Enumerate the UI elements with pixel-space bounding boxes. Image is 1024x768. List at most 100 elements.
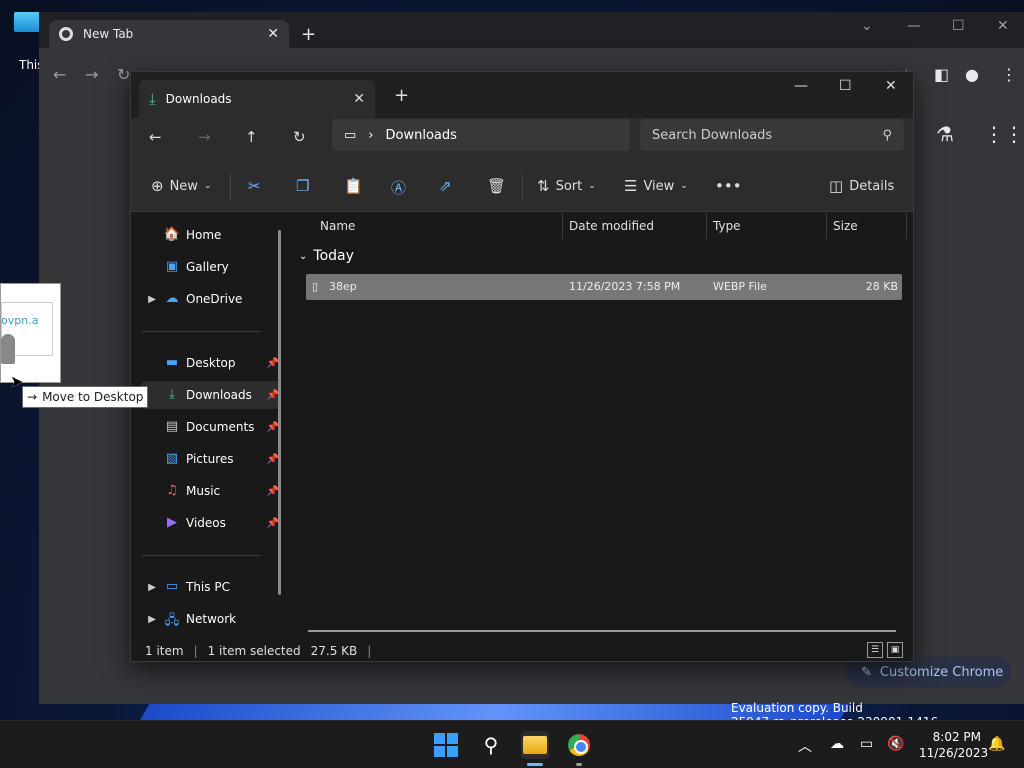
search-button[interactable]: ⚲ (477, 731, 505, 759)
status-bar: 1 item | 1 item selected 27.5 KB | (131, 641, 913, 661)
close-tab-icon[interactable]: ✕ (267, 26, 279, 42)
nav-item-this-pc[interactable]: ▶ ▭ This PC (141, 573, 281, 601)
nav-item-gallery[interactable]: ▣ Gallery (141, 253, 281, 281)
chevron-right-icon[interactable]: ▶ (141, 614, 163, 625)
tab-search-icon[interactable]: ⌄ (861, 18, 873, 34)
menu-icon[interactable]: ⋮ (1001, 65, 1017, 84)
file-type: WEBP File (713, 280, 767, 293)
show-hidden-icons-icon[interactable]: ︿ (798, 736, 812, 756)
new-button[interactable]: ⊕ New ⌄ (151, 177, 211, 195)
close-tab-icon[interactable]: ✕ (353, 91, 365, 107)
explorer-tab-downloads[interactable]: ⤓ Downloads ✕ (139, 80, 375, 118)
desktop-folder-icon: ▬ (165, 355, 179, 370)
nav-label: Videos (186, 516, 226, 530)
new-tab-button[interactable]: + (301, 24, 316, 45)
view-button[interactable]: ☰ View ⌄ (624, 177, 688, 195)
cloud-icon: ☁ (165, 291, 179, 306)
nav-label: Home (186, 228, 222, 242)
rename-button[interactable]: Ⓐ (391, 177, 406, 198)
start-button[interactable] (432, 731, 460, 759)
cut-button[interactable]: ✂ (248, 177, 261, 195)
chrome-taskbar-button[interactable] (565, 731, 593, 759)
apps-grid-icon[interactable]: ⋮⋮ (984, 122, 1024, 146)
profile-icon[interactable]: ● (965, 65, 979, 84)
paste-button[interactable]: 📋 (344, 177, 363, 195)
nav-item-music[interactable]: ♫ Music 📌 (141, 477, 281, 505)
customize-chrome-label: Customize Chrome (879, 664, 1004, 680)
chrome-tab-new-tab[interactable]: New Tab ✕ (49, 20, 289, 48)
column-header-name[interactable]: Name (320, 219, 355, 233)
labs-icon[interactable]: ⚗ (936, 122, 954, 146)
status-selected: 1 item selected (207, 644, 301, 658)
forward-icon[interactable]: → (198, 128, 211, 146)
share-icon: ⇗ (439, 177, 452, 195)
nav-item-network[interactable]: ▶ 🖧 Network (141, 605, 281, 633)
pencil-icon: ✎ (861, 664, 872, 680)
search-icon: ⚲ (483, 733, 499, 757)
chevron-right-icon[interactable]: ▶ (141, 582, 163, 593)
explorer-titlebar: ⤓ Downloads ✕ + — ☐ ✕ (131, 72, 913, 118)
drag-thumbnail: ovpn.a (0, 283, 61, 383)
taskbar-clock[interactable]: 8:02 PM 11/26/2023 (919, 729, 988, 761)
nav-item-desktop[interactable]: ▬ Desktop 📌 (141, 349, 281, 377)
nav-label: Desktop (186, 356, 236, 370)
nav-label: OneDrive (186, 292, 243, 306)
more-options-button[interactable]: ••• (715, 177, 742, 195)
video-icon: ▶ (167, 515, 177, 530)
minimize-icon[interactable]: — (907, 18, 921, 34)
new-tab-button[interactable]: + (394, 85, 409, 106)
up-icon[interactable]: ↑ (245, 128, 258, 146)
details-pane-button[interactable]: ◫ Details (829, 177, 894, 195)
status-item-count: 1 item (145, 644, 184, 658)
maximize-icon[interactable]: ☐ (839, 78, 852, 94)
nav-item-home[interactable]: 🏠 Home (141, 221, 281, 249)
notification-bell-icon[interactable]: 🔔 (988, 736, 1005, 752)
address-bar[interactable]: ▭ › Downloads (332, 119, 630, 151)
column-header-size[interactable]: Size (833, 219, 858, 233)
reload-icon[interactable]: ↻ (117, 65, 130, 84)
side-panel-icon[interactable]: ◧ (934, 65, 949, 84)
close-window-icon[interactable]: ✕ (885, 78, 897, 94)
onedrive-offline-icon[interactable]: ☁ (830, 736, 844, 752)
search-icon: ⚲ (882, 127, 892, 143)
tiles-view-icon[interactable]: ▣ (887, 642, 903, 658)
refresh-icon[interactable]: ↻ (293, 128, 306, 146)
view-label: View (643, 178, 675, 194)
chevron-down-icon: ⌄ (299, 250, 308, 262)
nav-label: Network (186, 612, 237, 626)
sort-button[interactable]: ⇅ Sort ⌄ (537, 177, 596, 195)
nav-item-documents[interactable]: ▤ Documents 📌 (141, 413, 281, 441)
minimize-icon[interactable]: — (794, 78, 808, 94)
search-input[interactable]: Search Downloads ⚲ (640, 119, 904, 151)
explorer-tab-title: Downloads (165, 92, 232, 106)
share-button[interactable]: ⇗ (439, 177, 452, 195)
volume-muted-icon[interactable]: 🔇 (887, 736, 904, 752)
monitor-icon: ▭ (165, 579, 179, 594)
back-icon[interactable]: ← (53, 65, 66, 84)
chevron-right-icon[interactable]: › (368, 128, 373, 143)
delete-button[interactable]: 🗑 (487, 177, 506, 195)
group-header-today[interactable]: ⌄ Today (299, 248, 354, 264)
nav-item-videos[interactable]: ▶ Videos 📌 (141, 509, 281, 537)
nav-item-downloads[interactable]: ⤓ Downloads 📌 (141, 381, 281, 409)
network-icon[interactable]: ▭ (860, 736, 873, 752)
file-explorer-taskbar-button[interactable] (521, 731, 549, 759)
back-icon[interactable]: ← (149, 128, 162, 146)
breadcrumb-downloads[interactable]: Downloads (386, 128, 457, 143)
copy-button[interactable]: ❐ (296, 177, 309, 195)
nav-item-pictures[interactable]: ▧ Pictures 📌 (141, 445, 281, 473)
column-header-date[interactable]: Date modified (569, 219, 654, 233)
file-row[interactable]: ▯ 38ep 11/26/2023 7:58 PM WEBP File 28 K… (306, 274, 902, 300)
nav-label: This PC (186, 580, 230, 594)
forward-icon[interactable]: → (85, 65, 98, 84)
horizontal-scrollbar[interactable] (308, 630, 896, 632)
column-header-type[interactable]: Type (713, 219, 741, 233)
chevron-right-icon[interactable]: ▶ (141, 294, 163, 305)
view-toggle: ☰ ▣ (867, 642, 903, 658)
close-window-icon[interactable]: ✕ (997, 18, 1009, 34)
maximize-icon[interactable]: ☐ (952, 18, 965, 34)
nav-item-onedrive[interactable]: ▶ ☁ OneDrive (141, 285, 281, 313)
details-view-icon[interactable]: ☰ (867, 642, 883, 658)
nav-pane-scrollbar[interactable] (278, 230, 281, 595)
file-list: Name Date modified Type Size ⌄ Today ▯ 3… (289, 213, 913, 643)
